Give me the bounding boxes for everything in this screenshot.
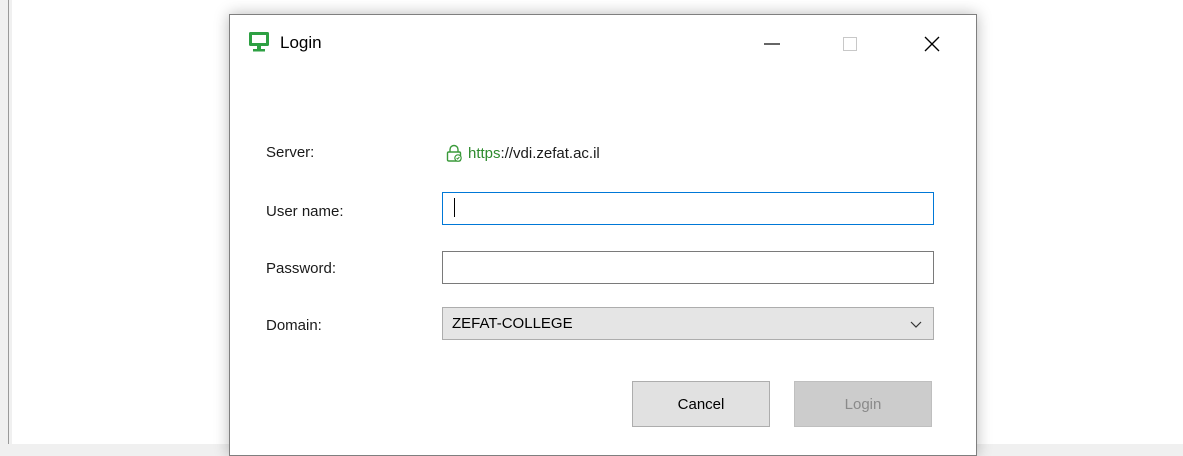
close-icon (924, 36, 940, 52)
login-dialog: Login Server: https://vdi.zefat.ac.il U… (229, 14, 977, 456)
server-scheme: https (468, 144, 501, 162)
chevron-down-icon (910, 321, 922, 328)
maximize-icon (843, 37, 857, 51)
minimize-button[interactable] (750, 25, 794, 63)
username-input[interactable] (442, 192, 934, 225)
server-host: ://vdi.zefat.ac.il (500, 144, 600, 162)
server-url: https://vdi.zefat.ac.il (444, 143, 600, 163)
domain-select[interactable]: ZEFAT-COLLEGE (442, 307, 934, 340)
text-cursor (454, 198, 455, 217)
close-button[interactable] (910, 25, 954, 63)
background-window-edge (8, 0, 9, 444)
server-label: Server: (266, 144, 315, 161)
title-bar[interactable]: Login (230, 15, 976, 73)
maximize-button[interactable] (828, 25, 872, 63)
login-button[interactable]: Login (794, 381, 932, 427)
username-label: User name: (266, 203, 344, 220)
monitor-icon (249, 32, 269, 52)
cancel-button[interactable]: Cancel (632, 381, 770, 427)
window-title: Login (280, 33, 322, 52)
password-label: Password: (266, 260, 337, 277)
minimize-icon (764, 43, 780, 45)
password-input[interactable] (442, 251, 934, 284)
lock-icon (446, 144, 462, 162)
domain-label: Domain: (266, 317, 322, 334)
domain-value: ZEFAT-COLLEGE (452, 315, 573, 332)
